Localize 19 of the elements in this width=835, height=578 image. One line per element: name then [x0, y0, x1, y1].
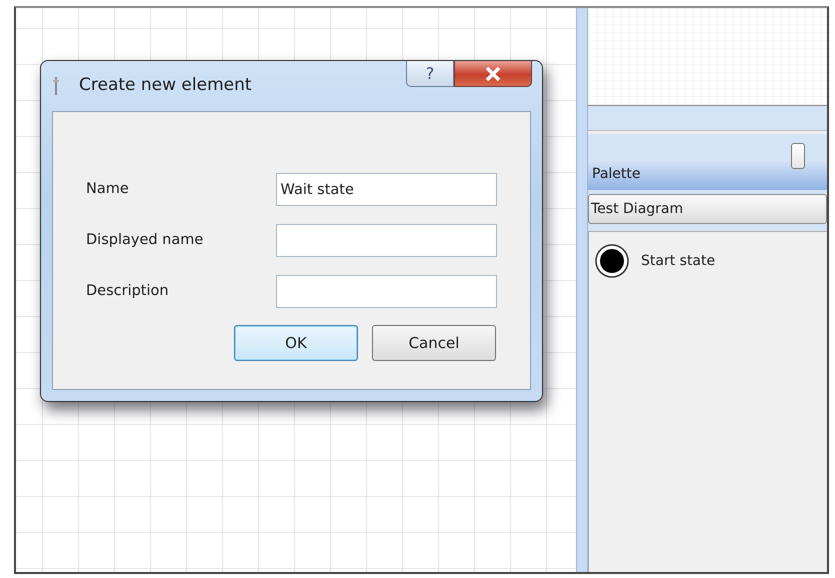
help-button[interactable]: ?	[406, 61, 454, 87]
close-button[interactable]	[454, 61, 532, 87]
palette-header: Palette	[588, 160, 827, 190]
ok-button[interactable]: OK	[234, 325, 358, 361]
input-field[interactable]: Wait state	[276, 173, 497, 206]
cancel-button[interactable]: Cancel	[372, 325, 496, 361]
field-label: Displayed name	[86, 230, 204, 250]
close-icon	[485, 66, 501, 80]
input-field[interactable]	[276, 224, 497, 257]
slider-thumb[interactable]	[791, 143, 806, 169]
splitter[interactable]	[576, 8, 588, 572]
input-field[interactable]	[276, 275, 497, 308]
field-label: Description	[86, 282, 170, 301]
window-title: Create new element	[79, 74, 252, 98]
palette-item[interactable]: Start state	[595, 244, 821, 278]
app-icon	[53, 77, 59, 95]
field-label: Name	[86, 180, 130, 199]
palette-group[interactable]: Test Diagram	[588, 194, 827, 224]
start-state-icon	[595, 244, 629, 278]
